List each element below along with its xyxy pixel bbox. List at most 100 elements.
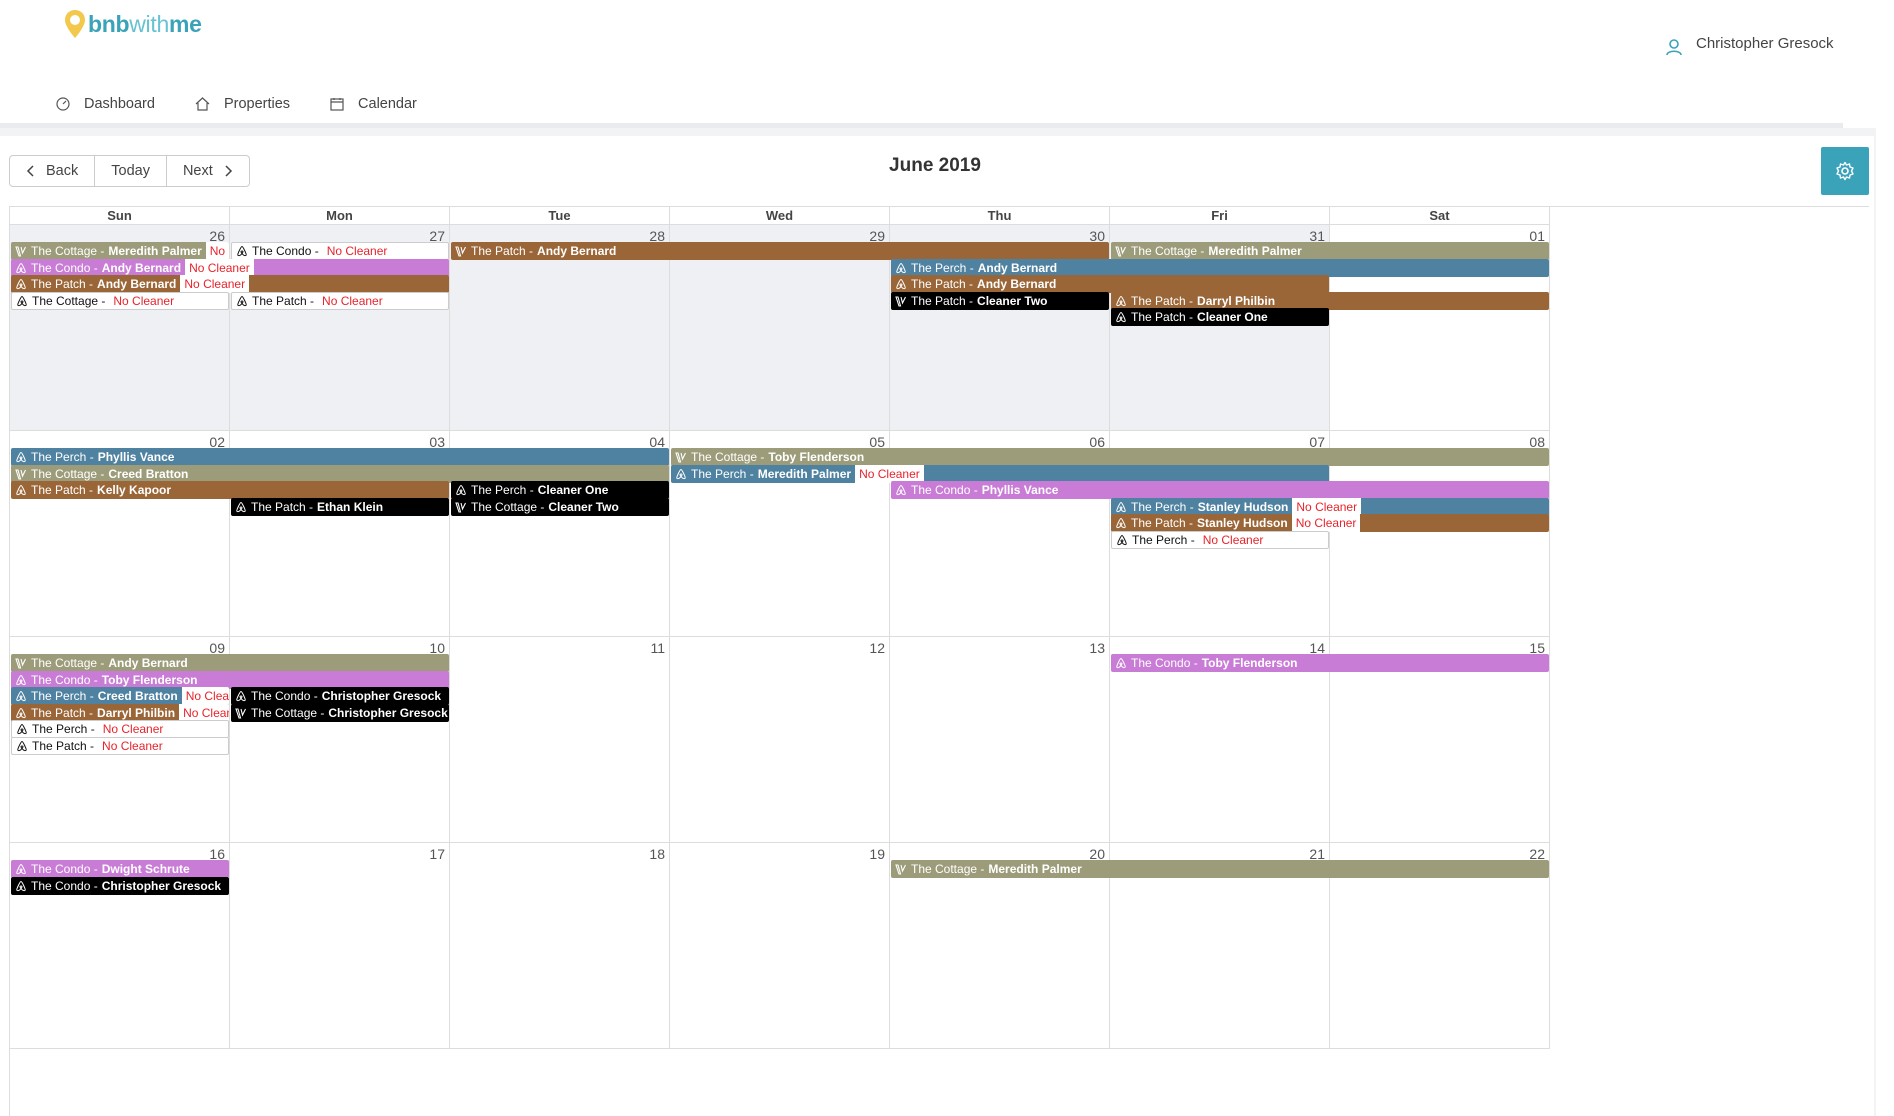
booking-event[interactable]: The Patch - Andy Bernard No Cleaner xyxy=(11,275,449,293)
event-property: The Condo - xyxy=(911,483,978,497)
chevron-right-icon xyxy=(225,165,232,177)
booking-event[interactable]: The Patch - Darryl Philbin xyxy=(1111,291,1549,310)
settings-button[interactable] xyxy=(1821,147,1869,195)
scrollbar[interactable] xyxy=(1876,0,1894,1116)
no-cleaner-badge: No Cleaner xyxy=(185,258,254,277)
weekday-header: Thu xyxy=(890,207,1110,225)
booking-event[interactable]: The Patch - No Cleaner xyxy=(231,291,449,310)
booking-event[interactable]: The Perch - Cleaner One xyxy=(451,481,669,499)
booking-event[interactable]: The Patch - Cleaner One xyxy=(1111,308,1329,326)
event-property: The Perch - xyxy=(1131,499,1194,514)
booking-event[interactable]: The Cottage - Christopher Gresock xyxy=(231,703,449,722)
event-property: The Perch - xyxy=(1132,532,1195,547)
booking-event[interactable]: The Cottage - Meredith Palmer xyxy=(1111,242,1549,260)
next-button[interactable]: Next xyxy=(167,156,249,186)
event-property: The Perch - xyxy=(691,466,754,481)
next-label: Next xyxy=(182,163,213,179)
event-property: The Patch - xyxy=(252,293,315,308)
event-property: The Patch - xyxy=(1131,310,1194,324)
event-property: The Condo - xyxy=(252,244,319,258)
day-cell[interactable]: 17 xyxy=(230,843,450,1049)
day-number[interactable]: 12 xyxy=(869,640,885,656)
booking-event[interactable]: The Condo - No Cleaner xyxy=(231,242,449,260)
day-number[interactable]: 18 xyxy=(649,846,665,862)
nav-calendar[interactable]: Calendar xyxy=(330,96,417,112)
airbnb-icon xyxy=(15,880,27,892)
nav-dashboard[interactable]: Dashboard xyxy=(56,96,155,112)
event-property: The Patch - xyxy=(32,738,95,753)
event-guest: Darryl Philbin xyxy=(1197,293,1276,308)
nav-label: Properties xyxy=(223,96,291,112)
booking-event[interactable]: The Patch -Darryl PhilbinNo Cleaner xyxy=(11,703,229,722)
booking-event[interactable]: The Condo - Christopher Gresock xyxy=(11,876,229,895)
event-guest: Andy Bernard xyxy=(977,260,1058,275)
booking-event[interactable]: The Condo - Phyllis Vance xyxy=(891,481,1549,499)
booking-event[interactable]: The Cottage - Meredith Palmer xyxy=(891,860,1549,878)
booking-event[interactable]: The Condo - Christopher Gresock xyxy=(231,687,449,705)
booking-event[interactable]: The Patch - Andy Bernard xyxy=(891,275,1329,293)
day-cell[interactable]: 11 xyxy=(450,637,670,843)
booking-event[interactable]: The Cottage - No Cleaner xyxy=(11,291,229,310)
event-property: The Patch - xyxy=(1131,293,1194,308)
booking-event[interactable]: The Condo - Toby Flenderson xyxy=(11,670,449,689)
day-number[interactable]: 11 xyxy=(650,640,665,656)
booking-event[interactable]: The Perch - Phyllis Vance xyxy=(11,448,669,466)
day-number[interactable]: 19 xyxy=(869,846,885,862)
day-cell[interactable]: 13 xyxy=(890,637,1110,843)
day-cell[interactable]: 12 xyxy=(670,637,890,843)
day-number[interactable]: 13 xyxy=(1089,640,1105,656)
booking-event[interactable]: The Cottage - Cleaner Two xyxy=(451,497,669,516)
booking-event[interactable]: The Patch - Kelly Kapoor xyxy=(11,481,449,499)
event-property: The Cottage - xyxy=(32,293,106,308)
day-cell[interactable]: 19 xyxy=(670,843,890,1049)
day-number[interactable]: 17 xyxy=(429,846,445,862)
event-property: The Patch - xyxy=(911,277,974,291)
airbnb-icon xyxy=(15,707,27,719)
no-cleaner-badge: No Cleaner xyxy=(322,243,392,259)
booking-event[interactable]: The Perch - No Cleaner xyxy=(11,720,229,738)
booking-event[interactable]: The Perch - Andy Bernard xyxy=(891,258,1549,277)
booking-event[interactable]: The Perch - No Cleaner xyxy=(1111,530,1329,549)
booking-event[interactable]: The Patch - Ethan Klein xyxy=(231,497,449,516)
brand-logo[interactable]: bnbwithme xyxy=(64,8,202,40)
booking-event[interactable]: The Cottage - Toby Flenderson xyxy=(671,448,1549,466)
airbnb-icon xyxy=(895,262,907,274)
booking-event[interactable]: The Perch - Meredith Palmer No Cleaner xyxy=(671,464,1329,483)
user-name: Christopher Gresock xyxy=(1696,34,1834,52)
booking-event[interactable]: The Cottage - Andy Bernard xyxy=(11,654,449,672)
booking-event[interactable]: The Patch - Cleaner Two xyxy=(891,291,1109,310)
booking-event[interactable]: The Cottage -Meredith PalmerNo Cleaner xyxy=(11,242,229,260)
booking-event[interactable]: The Patch - Andy Bernard xyxy=(451,242,1109,260)
booking-event[interactable]: The Patch - Stanley Hudson No Cleaner xyxy=(1111,514,1549,532)
no-cleaner-badge: No Cleaner xyxy=(109,292,179,309)
event-property: The Condo - xyxy=(31,878,98,893)
event-property: The Patch - xyxy=(31,483,94,497)
booking-event[interactable]: The Condo - Andy Bernard No Cleaner xyxy=(11,258,449,277)
day-cell[interactable]: 18 xyxy=(450,843,670,1049)
airbnb-icon xyxy=(16,723,28,735)
event-property: The Patch - xyxy=(251,499,314,514)
booking-event[interactable]: The Condo - Toby Flenderson xyxy=(1111,654,1549,672)
airbnb-icon xyxy=(15,278,27,290)
today-button[interactable]: Today xyxy=(95,156,167,186)
booking-event[interactable]: The Patch - No Cleaner xyxy=(11,736,229,755)
event-property: The Cottage - xyxy=(31,244,105,258)
vrbo-icon xyxy=(15,657,27,669)
event-guest: Kelly Kapoor xyxy=(97,483,172,497)
event-property: The Cottage - xyxy=(691,450,765,464)
booking-event[interactable]: The Condo - Dwight Schrute xyxy=(11,860,229,878)
event-guest: Andy Bernard xyxy=(537,244,617,258)
booking-event[interactable]: The Perch - Stanley Hudson No Cleaner xyxy=(1111,497,1549,516)
vrbo-icon xyxy=(15,468,27,480)
nav-properties[interactable]: Properties xyxy=(195,96,290,112)
user-menu[interactable]: Christopher Gresock xyxy=(1666,30,1834,56)
user-icon xyxy=(1666,39,1682,56)
brand-name: bnbwithme xyxy=(88,10,202,37)
airbnb-icon xyxy=(236,295,248,307)
booking-event[interactable]: The Perch -Creed BrattonNo Cleaner xyxy=(11,687,229,705)
airbnb-icon xyxy=(1116,534,1128,546)
airbnb-icon xyxy=(235,690,247,702)
back-button[interactable]: Back xyxy=(10,156,96,186)
booking-event[interactable]: The Cottage - Creed Bratton xyxy=(11,464,669,483)
airbnb-icon xyxy=(15,863,27,875)
